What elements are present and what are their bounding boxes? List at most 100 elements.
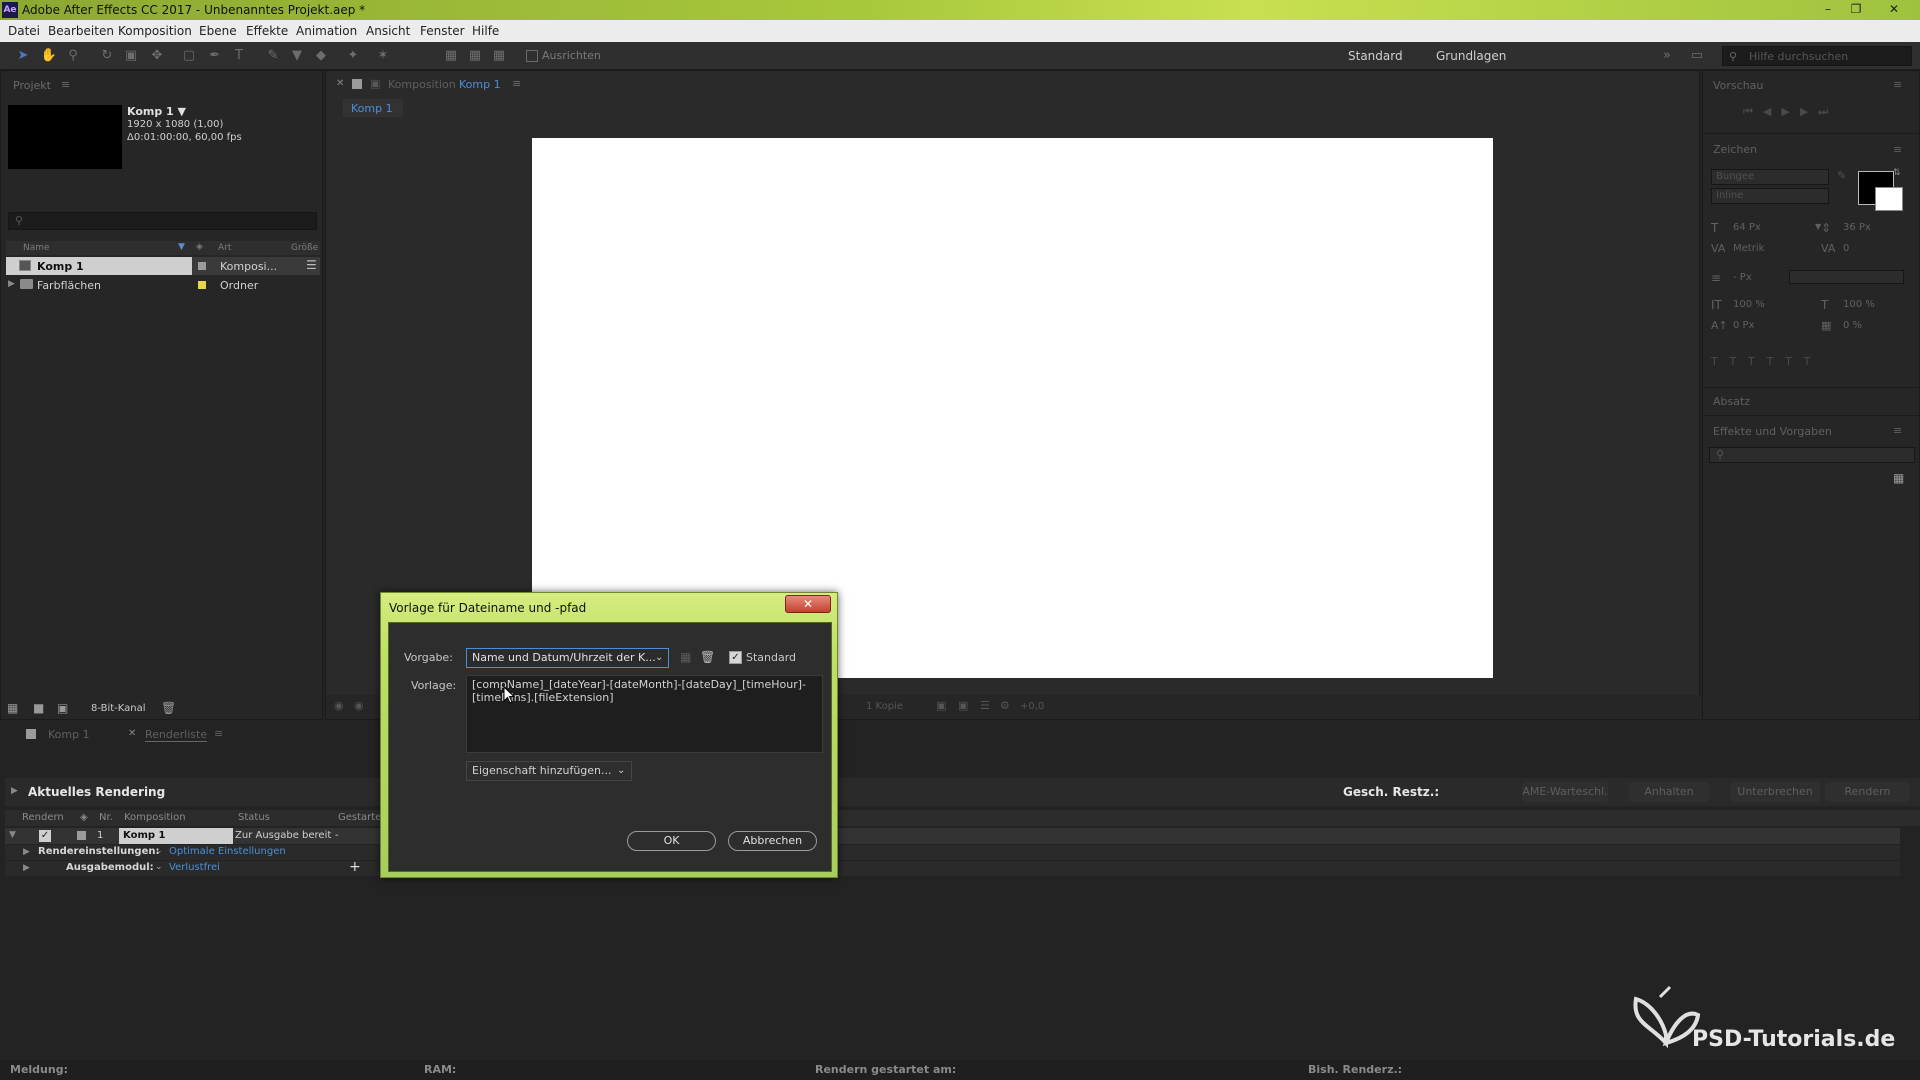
panel-menu-icon[interactable]: ≡ xyxy=(61,78,70,91)
pause-button[interactable]: Unterbrechen xyxy=(1730,782,1820,802)
template-textarea[interactable]: [compName]_[dateYear]-[dateMonth]-[dateD… xyxy=(466,675,823,753)
chevron-down-icon[interactable]: ⌄ xyxy=(155,846,163,856)
col-type[interactable]: Art xyxy=(218,243,231,253)
eyedropper-icon[interactable]: ✎ xyxy=(1837,169,1846,182)
font-style-select[interactable]: Inline xyxy=(1711,188,1829,204)
stroke-width-value[interactable]: - Px xyxy=(1733,272,1752,283)
workspace-grundlagen[interactable]: Grundlagen xyxy=(1436,49,1506,63)
maximize-icon[interactable]: ❐ xyxy=(1846,1,1866,17)
expand-arrow-icon[interactable]: ▶ xyxy=(23,863,30,873)
faux-style-buttons[interactable]: TTTTTT xyxy=(1711,355,1911,371)
horizontal-scale-value[interactable]: 100 % xyxy=(1843,299,1875,310)
clone-stamp-tool-icon[interactable]: ▼ xyxy=(288,47,306,65)
flowchart-icon[interactable]: ☰ xyxy=(306,258,317,272)
project-item-row[interactable]: ▶ Farbflächen Ordner xyxy=(6,276,320,294)
label-color-swatch[interactable] xyxy=(198,262,206,270)
new-composition-icon[interactable]: ▣ xyxy=(57,701,68,715)
output-module-link[interactable]: Verlustfrei xyxy=(169,862,220,873)
menu-effekte[interactable]: Effekte xyxy=(246,24,288,38)
axis-view-icon[interactable]: ▦ xyxy=(490,47,508,65)
tsume-value[interactable]: 0 % xyxy=(1843,320,1862,331)
expand-arrow-icon[interactable]: ▶ xyxy=(11,786,18,796)
cancel-button[interactable]: Abbrechen xyxy=(728,831,817,851)
panel-menu-icon[interactable]: ≡ xyxy=(512,77,521,90)
effects-search-input[interactable]: ⚲ xyxy=(1709,447,1915,463)
paragraph-panel-title[interactable]: Absatz xyxy=(1713,395,1750,408)
toggle-pixel-aspect-icon[interactable]: ▣ xyxy=(936,699,946,712)
minimize-icon[interactable]: – xyxy=(1818,1,1838,17)
close-tab-icon[interactable]: ✕ xyxy=(128,728,136,739)
chevron-down-icon[interactable]: ⌄ xyxy=(155,862,163,872)
tab-renderliste[interactable]: Renderliste xyxy=(145,728,208,742)
brush-tool-icon[interactable]: ✎ xyxy=(264,47,282,65)
snap-checkbox[interactable] xyxy=(526,50,538,62)
panel-menu-icon[interactable]: ≡ xyxy=(1893,143,1902,156)
queue-item-comp[interactable]: Komp 1 xyxy=(123,830,165,841)
delete-preset-icon[interactable]: 🗑 xyxy=(700,650,715,664)
tracking-value[interactable]: 0 xyxy=(1843,243,1849,254)
expand-arrow-icon[interactable]: ▶ xyxy=(23,847,30,857)
puppet-tool-icon[interactable]: ✶ xyxy=(374,47,392,65)
menu-komposition[interactable]: Komposition xyxy=(118,24,192,38)
col-status[interactable]: Status xyxy=(238,812,270,823)
menu-datei[interactable]: Datei xyxy=(8,24,40,38)
col-size[interactable]: Größe xyxy=(291,243,318,253)
menu-ebene[interactable]: Ebene xyxy=(199,24,237,38)
selection-tool-icon[interactable]: ➤ xyxy=(14,47,32,65)
menu-bearbeiten[interactable]: Bearbeiten xyxy=(48,24,114,38)
panel-menu-icon[interactable]: ≡ xyxy=(214,727,223,740)
render-queue-row[interactable]: ▼ ✓ 1 Komp 1 Zur Ausgabe bereit - xyxy=(5,828,1900,844)
help-search-input[interactable]: ⚲ Hilfe durchsuchen xyxy=(1722,46,1912,66)
stop-button[interactable]: Anhalten xyxy=(1629,782,1709,802)
project-search-input[interactable]: ⚲ xyxy=(8,212,317,230)
type-tool-icon[interactable]: T xyxy=(230,47,248,65)
col-name[interactable]: Name xyxy=(23,243,50,253)
stroke-color-swatch[interactable] xyxy=(1875,187,1903,211)
vertical-scale-value[interactable]: 100 % xyxy=(1733,299,1765,310)
font-family-select[interactable]: Bungee xyxy=(1711,169,1829,185)
eraser-tool-icon[interactable]: ◆ xyxy=(312,47,330,65)
rectangle-tool-icon[interactable]: ▢ xyxy=(180,47,198,65)
save-preset-icon[interactable]: ▦ xyxy=(680,650,691,664)
hand-tool-icon[interactable]: ✋ xyxy=(40,47,58,65)
new-preset-icon[interactable]: ▦ xyxy=(1893,471,1904,485)
camera-tool-icon[interactable]: ▣ xyxy=(122,47,140,65)
interpret-footage-icon[interactable]: ▦ xyxy=(7,701,18,715)
render-settings-link[interactable]: Optimale Einstellungen xyxy=(169,846,286,857)
exposure-value[interactable]: +0,0 xyxy=(1020,701,1044,712)
rotate-tool-icon[interactable]: ↻ xyxy=(98,47,116,65)
workspace-overflow-icon[interactable]: » xyxy=(1658,47,1676,65)
expand-arrow-icon[interactable]: ▶ xyxy=(8,279,15,289)
trash-icon[interactable]: 🗑 xyxy=(161,701,176,715)
kerning-value[interactable]: Metrik xyxy=(1733,243,1764,254)
tab-komp-1-timeline[interactable]: Komp 1 xyxy=(48,728,90,741)
preview-transport-controls[interactable]: ⏮◀▶▶⏭ xyxy=(1743,105,1883,119)
ame-queue-button[interactable]: AME-Warteschl. xyxy=(1522,782,1608,802)
fast-preview-icon[interactable]: ◉ xyxy=(354,699,364,712)
comp-info-name[interactable]: Komp 1 ▼ xyxy=(127,105,186,118)
project-item-row[interactable]: Komp 1 Komposi... ☰ xyxy=(6,257,320,275)
project-panel-title[interactable]: Projekt xyxy=(13,79,51,92)
leading-value[interactable]: 36 Px xyxy=(1843,222,1871,233)
label-color-swatch[interactable] xyxy=(198,281,206,289)
workspace-panel-icon[interactable]: ▭ xyxy=(1688,47,1706,65)
add-property-select[interactable]: Eigenschaft hinzufügen... ⌄ xyxy=(466,761,632,781)
roto-brush-tool-icon[interactable]: ✦ xyxy=(344,47,362,65)
preview-panel-title[interactable]: Vorschau xyxy=(1713,79,1763,92)
menu-fenster[interactable]: Fenster xyxy=(420,24,465,38)
col-nr[interactable]: Nr. xyxy=(99,812,113,823)
label-color-swatch[interactable] xyxy=(77,831,86,840)
dialog-close-button[interactable]: ✕ xyxy=(785,595,831,613)
sort-arrow-icon[interactable]: ▼ xyxy=(178,242,185,252)
pan-behind-tool-icon[interactable]: ✥ xyxy=(148,47,166,65)
workspace-standard[interactable]: Standard xyxy=(1348,49,1403,63)
default-checkbox[interactable]: ✓ xyxy=(729,651,742,664)
lock-icon[interactable]: ▣ xyxy=(370,77,380,90)
swap-colors-icon[interactable]: ⇅ xyxy=(1893,168,1901,178)
panel-menu-icon[interactable]: ≡ xyxy=(1893,424,1902,437)
magnification-icon[interactable]: ◉ xyxy=(334,699,344,712)
menu-ansicht[interactable]: Ansicht xyxy=(366,24,410,38)
motion-blur-icon[interactable]: ▣ xyxy=(958,699,968,712)
exposure-icon[interactable]: ⚙ xyxy=(1000,699,1010,712)
flowchart-icon[interactable]: ☰ xyxy=(980,699,990,712)
